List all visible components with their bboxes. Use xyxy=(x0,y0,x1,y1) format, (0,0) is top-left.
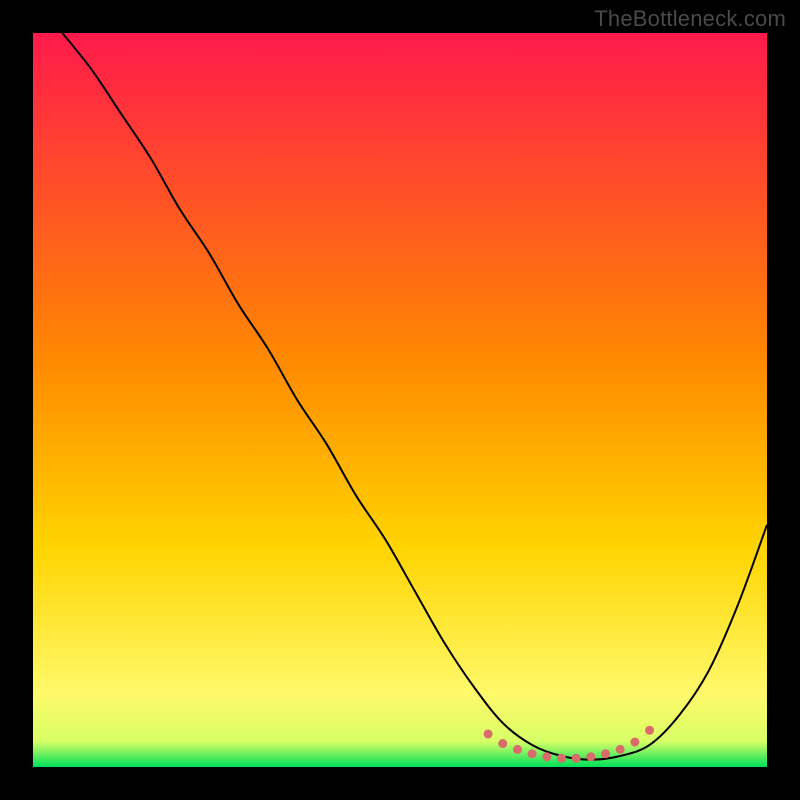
dot xyxy=(572,754,581,763)
dot xyxy=(586,752,595,761)
watermark-text: TheBottleneck.com xyxy=(594,6,786,32)
dot xyxy=(616,745,625,754)
chart-canvas: TheBottleneck.com xyxy=(0,0,800,800)
gradient-background xyxy=(33,33,767,767)
dot xyxy=(542,752,551,761)
dot xyxy=(528,749,537,758)
dot xyxy=(557,754,566,763)
dot xyxy=(645,726,654,735)
dot xyxy=(630,738,639,747)
dot xyxy=(498,739,507,748)
plot-area xyxy=(33,33,767,767)
plot-svg xyxy=(33,33,767,767)
dot xyxy=(513,745,522,754)
dot xyxy=(601,749,610,758)
dot xyxy=(484,729,493,738)
